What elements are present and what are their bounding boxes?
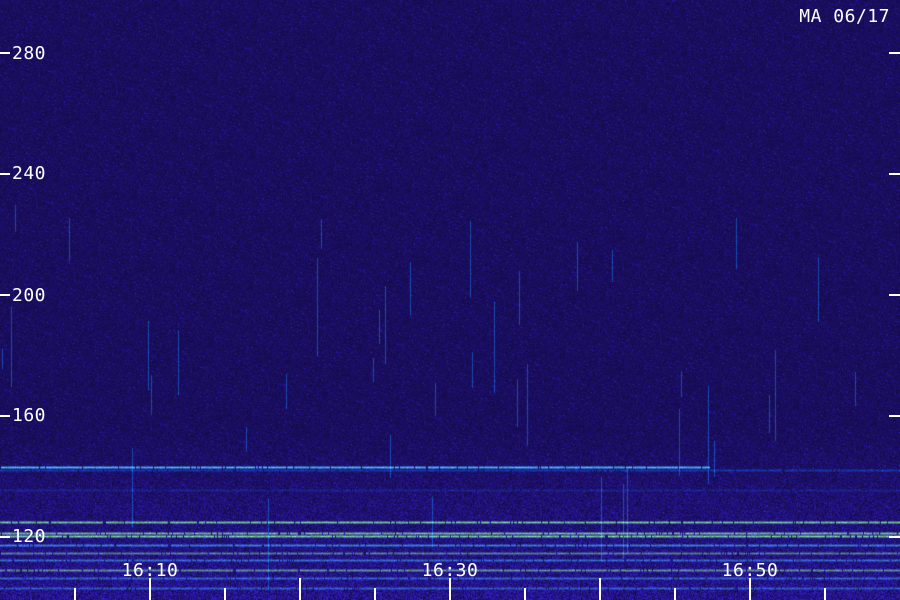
spectrogram-canvas [0, 0, 900, 600]
